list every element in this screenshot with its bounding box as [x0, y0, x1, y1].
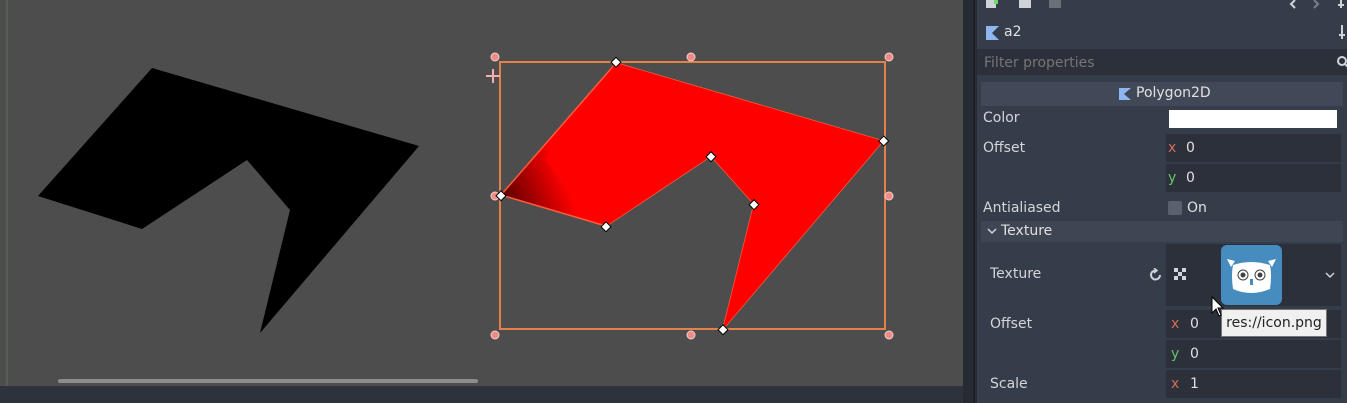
texture-tooltip: res://icon.png [1221, 309, 1327, 337]
axis-label-y: y [1171, 346, 1180, 362]
property-label: Antialiased [983, 200, 1061, 216]
antialiased-checkbox[interactable] [1168, 201, 1182, 215]
godot-icon-thumbnail[interactable] [1221, 245, 1282, 305]
property-offset: Offset x 0 y 0 [977, 134, 1347, 194]
property-label: Offset [990, 316, 1033, 332]
axis-label-x: x [1168, 140, 1177, 156]
axis-label-x: x [1171, 376, 1180, 392]
offset-x-field[interactable]: x 0 [1166, 134, 1341, 162]
chevron-down-icon[interactable] [1325, 272, 1335, 280]
filter-properties-row [977, 49, 1347, 77]
property-texture: Texture [977, 244, 1347, 306]
revert-icon[interactable] [1149, 268, 1163, 282]
node-name: a2 [1004, 24, 1022, 40]
search-icon [1337, 56, 1347, 68]
texture-flags-icon[interactable] [1174, 268, 1188, 282]
panel-divider[interactable] [963, 0, 977, 403]
property-label: Texture [990, 266, 1042, 282]
history-back-icon[interactable] [1289, 0, 1296, 9]
history-forward-icon[interactable] [1313, 0, 1320, 9]
chevron-down-icon [987, 228, 997, 235]
node-path-row[interactable]: a2 [977, 20, 1347, 46]
offset-x-value: 0 [1186, 140, 1195, 156]
texture-offset-x-value: 0 [1190, 316, 1199, 332]
inspector-panel: a2 Polygon2D Color Offset x 0 y 0 [977, 0, 1347, 403]
property-label: Scale [990, 376, 1028, 392]
texture-offset-y-field[interactable]: y 0 [1166, 340, 1341, 368]
scale-x-value: 1 [1190, 376, 1199, 392]
scale-x-field[interactable]: x 1 [1166, 370, 1341, 398]
section-title: Polygon2D [1136, 85, 1211, 101]
group-texture[interactable]: Texture [981, 221, 1343, 242]
axis-label-x: x [1171, 316, 1180, 332]
texture-offset-y-value: 0 [1190, 346, 1199, 362]
viewport-bottom-strip [0, 386, 963, 403]
inspector-toolbar [977, 0, 1347, 14]
pivot-cross-icon[interactable] [486, 69, 500, 83]
property-scale: Scale x 1 [977, 370, 1347, 400]
axis-label-y: y [1168, 170, 1177, 186]
offset-y-value: 0 [1186, 170, 1195, 186]
offset-y-field[interactable]: y 0 [1166, 164, 1341, 192]
checkbox-label: On [1187, 200, 1207, 216]
node-menu-icon[interactable] [1339, 25, 1347, 41]
viewport-canvas[interactable] [0, 0, 963, 386]
horizontal-scrollbar[interactable] [58, 379, 478, 383]
filter-properties-input[interactable] [977, 49, 1326, 77]
save-resource-icon[interactable] [1049, 0, 1061, 8]
mouse-cursor-icon [1211, 296, 1225, 317]
viewport-2d[interactable] [0, 0, 963, 386]
property-label: Color [983, 110, 1020, 126]
load-resource-icon[interactable] [1019, 0, 1031, 8]
property-antialiased: Antialiased On [977, 196, 1347, 220]
group-title: Texture [1001, 223, 1053, 239]
object-menu-icon[interactable] [1338, 0, 1344, 8]
property-label: Offset [983, 140, 1026, 156]
property-color: Color [977, 106, 1347, 132]
color-picker-button[interactable] [1169, 110, 1337, 128]
polygon2d-icon [986, 26, 999, 40]
polygon2d-icon [1119, 88, 1131, 100]
black-polygon[interactable] [38, 68, 419, 333]
section-polygon2d[interactable]: Polygon2D [981, 82, 1343, 106]
new-resource-icon[interactable] [986, 0, 998, 8]
